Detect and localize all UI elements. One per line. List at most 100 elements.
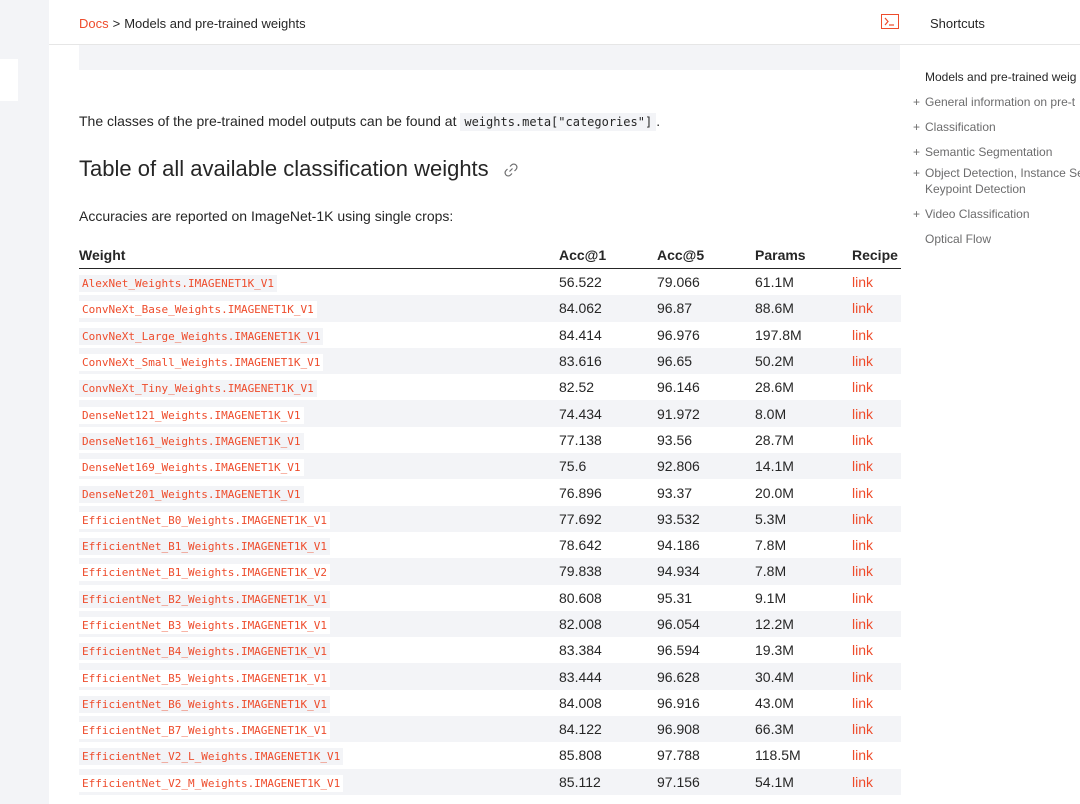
recipe-link[interactable]: link bbox=[852, 590, 873, 606]
acc5-cell: 91.972 bbox=[657, 400, 755, 427]
acc1-cell: 84.008 bbox=[559, 690, 657, 716]
recipe-link[interactable]: link bbox=[852, 774, 873, 790]
params-cell: 88.6M bbox=[755, 295, 852, 322]
params-cell: 14.1M bbox=[755, 453, 852, 480]
recipe-link[interactable]: link bbox=[852, 379, 873, 395]
acc5-value: 95.31 bbox=[657, 589, 693, 606]
toc-item[interactable]: + Object Detection, Instance Se bbox=[913, 166, 1080, 180]
weight-link[interactable]: EfficientNet_B1_Weights.IMAGENET1K_V1 bbox=[79, 538, 331, 556]
weight-link[interactable]: EfficientNet_B4_Weights.IMAGENET1K_V1 bbox=[79, 643, 331, 661]
recipe-link[interactable]: link bbox=[852, 274, 873, 290]
weight-link[interactable]: DenseNet201_Weights.IMAGENET1K_V1 bbox=[79, 485, 304, 503]
acc5-cell: 92.806 bbox=[657, 453, 755, 480]
acc1-value: 77.692 bbox=[559, 510, 602, 527]
top-bar: Docs > Models and pre-trained weights Shor… bbox=[49, 0, 1080, 45]
recipe-link[interactable]: link bbox=[852, 406, 873, 422]
code-block bbox=[79, 45, 900, 70]
recipe-link[interactable]: link bbox=[852, 432, 873, 448]
weight-link[interactable]: EfficientNet_B7_Weights.IMAGENET1K_V1 bbox=[79, 722, 331, 740]
recipe-cell: link bbox=[852, 585, 901, 611]
toc-item[interactable]: + General information on pre-t bbox=[913, 95, 1075, 109]
weight-link[interactable]: EfficientNet_V2_L_Weights.IMAGENET1K_V1 bbox=[79, 748, 344, 766]
weights-table: Weight Acc@1 Acc@5 Params Recipe AlexNet… bbox=[79, 242, 901, 795]
weight-link[interactable]: ConvNeXt_Small_Weights.IMAGENET1K_V1 bbox=[79, 354, 324, 372]
toc-item-label: Classification bbox=[925, 120, 996, 134]
params-cell: 28.6M bbox=[755, 374, 852, 400]
params-value: 14.1M bbox=[755, 458, 794, 475]
recipe-link[interactable]: link bbox=[852, 537, 873, 553]
weight-link[interactable]: EfficientNet_B3_Weights.IMAGENET1K_V1 bbox=[79, 617, 331, 634]
section-title-text: Table of all available classification we… bbox=[79, 156, 489, 181]
table-row: ConvNeXt_Tiny_Weights.IMAGENET1K_V1 82.52… bbox=[79, 374, 901, 400]
expand-icon: + bbox=[913, 207, 921, 221]
weight-link[interactable]: EfficientNet_B6_Weights.IMAGENET1K_V1 bbox=[79, 695, 331, 713]
weight-link[interactable]: ConvNeXt_Tiny_Weights.IMAGENET1K_V1 bbox=[79, 380, 317, 398]
recipe-link[interactable]: link bbox=[852, 721, 873, 737]
shortcuts-label[interactable]: Shortcuts bbox=[930, 16, 985, 31]
acc1-value: 74.434 bbox=[559, 405, 602, 422]
recipe-link[interactable]: link bbox=[852, 563, 873, 579]
weight-link[interactable]: ConvNeXt_Large_Weights.IMAGENET1K_V1 bbox=[79, 327, 324, 345]
recipe-link[interactable]: link bbox=[852, 300, 873, 316]
toc-item[interactable]: Keypoint Detection bbox=[913, 182, 1026, 196]
acc1-value: 84.008 bbox=[559, 694, 602, 711]
toc-item-label: Optical Flow bbox=[925, 232, 992, 246]
weight-link[interactable]: DenseNet121_Weights.IMAGENET1K_V1 bbox=[79, 406, 304, 424]
recipe-link[interactable]: link bbox=[852, 642, 873, 658]
params-value: 28.6M bbox=[755, 379, 794, 396]
params-cell: 8.0M bbox=[755, 400, 852, 427]
weight-link[interactable]: AlexNet_Weights.IMAGENET1K_V1 bbox=[79, 275, 278, 293]
acc5-cell: 96.65 bbox=[657, 347, 755, 375]
table-row: DenseNet161_Weights.IMAGENET1K_V1 77.138 9… bbox=[79, 427, 901, 453]
toc-item[interactable]: + Semantic Segmentation bbox=[913, 145, 1052, 159]
acc1-value: 85.112 bbox=[559, 773, 601, 790]
recipe-link[interactable]: link bbox=[852, 511, 873, 527]
params-cell: 5.3M bbox=[755, 505, 852, 532]
expand-icon: + bbox=[913, 166, 921, 180]
expand-icon: + bbox=[913, 120, 921, 134]
terminal-icon[interactable] bbox=[881, 14, 899, 29]
weight-link[interactable]: EfficientNet_V2_M_Weights.IMAGENET1K_V1 bbox=[79, 774, 344, 792]
weight-link[interactable]: EfficientNet_B2_Weights.IMAGENET1K_V1 bbox=[79, 590, 331, 608]
sidebar-tab[interactable] bbox=[0, 59, 18, 101]
recipe-link[interactable]: link bbox=[852, 669, 873, 685]
inline-code: weights.meta["categories"] bbox=[460, 113, 657, 131]
toc-item[interactable]: + Video Classification bbox=[913, 207, 1030, 221]
recipe-link[interactable]: link bbox=[852, 485, 873, 501]
acc5-value: 79.066 bbox=[657, 274, 700, 291]
acc1-cell: 80.608 bbox=[559, 585, 657, 611]
recipe-link[interactable]: link bbox=[852, 353, 873, 369]
table-row: EfficientNet_B4_Weights.IMAGENET1K_V1 83.… bbox=[79, 637, 901, 663]
breadcrumb: Docs > Models and pre-trained weights bbox=[79, 16, 306, 31]
recipe-link[interactable]: link bbox=[852, 695, 873, 711]
breadcrumb-docs-link[interactable]: Docs bbox=[79, 16, 109, 31]
acc5-value: 94.186 bbox=[657, 537, 700, 554]
params-value: 54.1M bbox=[755, 773, 794, 790]
acc5-cell: 97.156 bbox=[657, 768, 755, 795]
toc-item[interactable]: + Classification bbox=[913, 120, 996, 134]
weight-link[interactable]: EfficientNet_B1_Weights.IMAGENET1K_V2 bbox=[79, 564, 331, 582]
weight-link[interactable]: EfficientNet_B5_Weights.IMAGENET1K_V1 bbox=[79, 669, 331, 687]
recipe-cell: link bbox=[852, 400, 901, 427]
params-value: 7.8M bbox=[755, 563, 787, 580]
acc1-value: 85.808 bbox=[559, 747, 602, 764]
acc5-value: 93.37 bbox=[657, 484, 693, 501]
toc-item[interactable]: Models and pre-trained weig bbox=[913, 70, 1076, 84]
recipe-link[interactable]: link bbox=[852, 458, 873, 474]
recipe-link[interactable]: link bbox=[852, 616, 873, 632]
weight-link[interactable]: EfficientNet_B0_Weights.IMAGENET1K_V1 bbox=[79, 511, 331, 529]
weight-link[interactable]: DenseNet169_Weights.IMAGENET1K_V1 bbox=[79, 459, 304, 477]
acc5-cell: 96.916 bbox=[657, 690, 755, 716]
link-icon[interactable] bbox=[503, 162, 519, 178]
weight-link[interactable]: DenseNet161_Weights.IMAGENET1K_V1 bbox=[79, 432, 304, 450]
acc5-value: 96.594 bbox=[657, 642, 700, 659]
params-value: 5.3M bbox=[755, 510, 787, 527]
toc-item[interactable]: Optical Flow bbox=[913, 232, 991, 246]
weight-link[interactable]: ConvNeXt_Base_Weights.IMAGENET1K_V1 bbox=[79, 301, 317, 319]
acc1-cell: 83.616 bbox=[559, 347, 657, 375]
params-value: 8.0M bbox=[755, 405, 787, 422]
recipe-link[interactable]: link bbox=[852, 327, 873, 343]
recipe-link[interactable]: link bbox=[852, 747, 873, 763]
params-value: 50.2M bbox=[755, 353, 794, 370]
acc1-cell: 85.808 bbox=[559, 742, 657, 768]
